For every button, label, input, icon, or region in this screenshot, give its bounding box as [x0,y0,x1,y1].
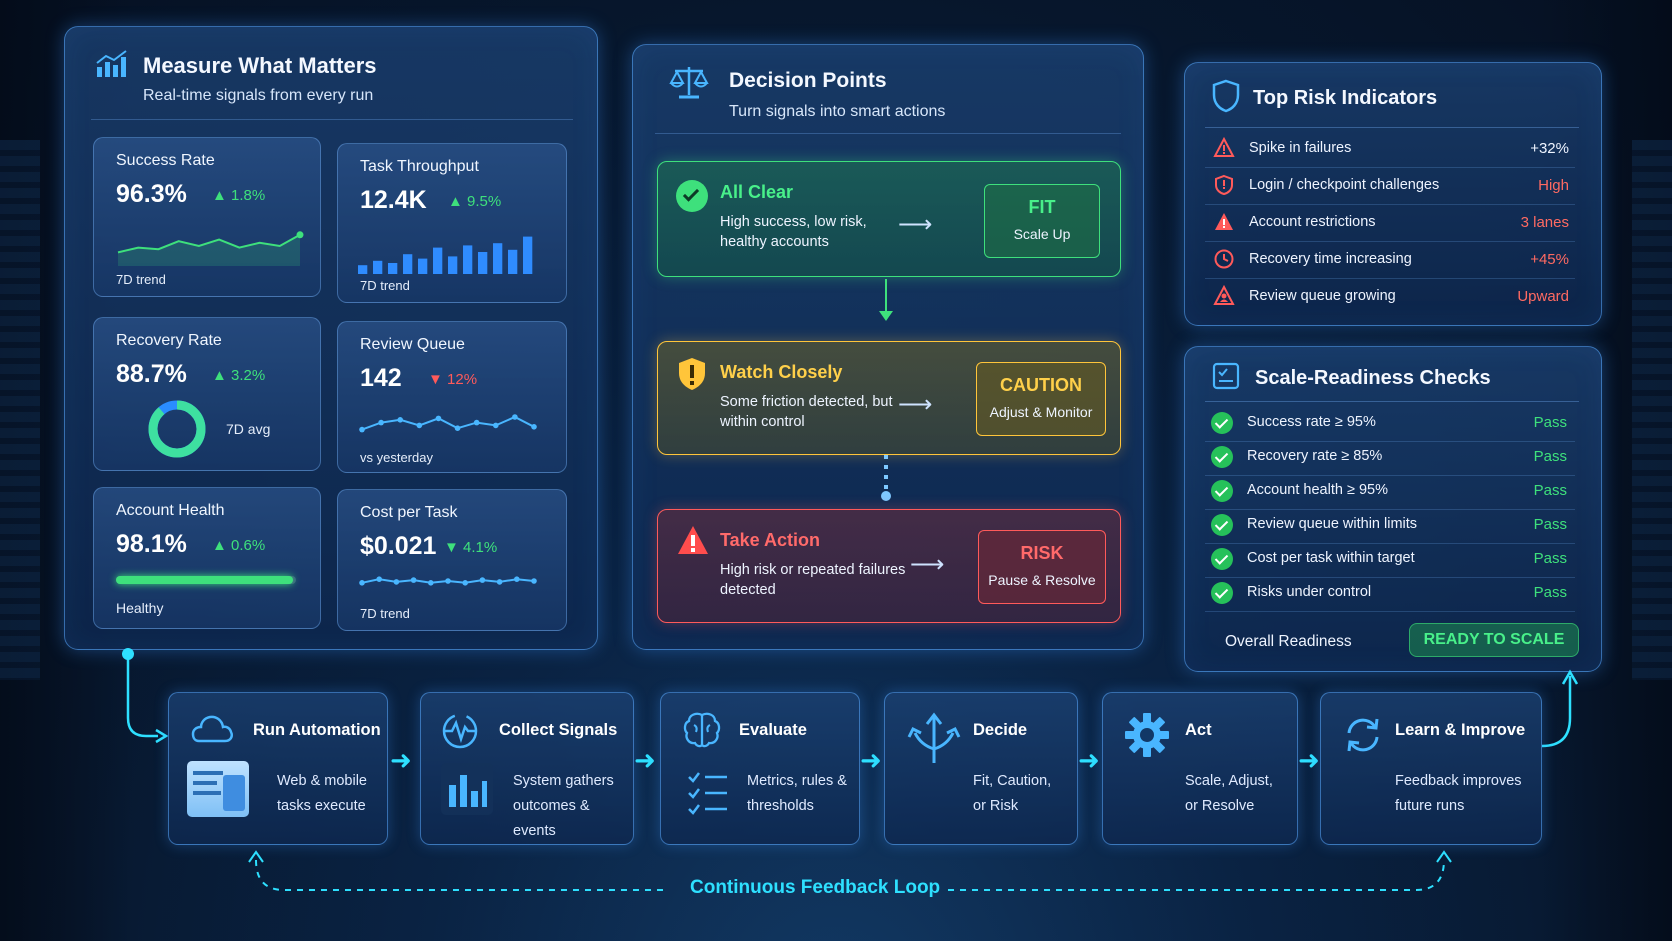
step-desc: Scale, Adjust, or Resolve [1185,773,1273,814]
step-title: Run Automation [253,721,381,739]
refresh-icon [1347,718,1379,752]
step-learn-improve[interactable]: Learn & Improve Feedback improves future… [1320,692,1542,845]
brain-icon [683,712,721,748]
step-desc: System gathers outcomes & events [513,773,614,839]
step-title: Learn & Improve [1395,721,1526,739]
step-desc: Fit, Caution, or Risk [973,773,1052,814]
step-desc: Web & mobile tasks execute [277,773,367,814]
step-act[interactable]: Act Scale, Adjust, or Resolve [1102,692,1298,845]
step-title: Decide [973,721,1028,739]
step-title: Act [1185,721,1212,739]
arrow-right-icon: ➜ [1298,745,1320,775]
step-title: Evaluate [739,721,807,739]
bar-chart-icon [441,763,493,815]
step-decide[interactable]: Decide Fit, Caution, or Risk [884,692,1078,845]
step-run-automation[interactable]: Run Automation Web & mobile tasks execut… [168,692,388,845]
split-arrows-icon [907,712,961,763]
arrow-right-icon: ➜ [390,745,412,775]
checklist-icon [688,772,727,815]
arrow-right-icon: ➜ [860,745,882,775]
arrow-right-icon: ➜ [1078,745,1100,775]
step-desc: Feedback improves future runs [1395,773,1522,814]
step-desc: Metrics, rules & thresholds [747,773,847,814]
feedback-loop-label: Continuous Feedback Loop [690,877,941,898]
gear-icon [1125,713,1169,757]
step-title: Collect Signals [499,721,618,739]
step-evaluate[interactable]: Evaluate Metrics, rules & thresholds [660,692,860,845]
pulse-icon [442,713,478,749]
cloud-icon [191,715,233,743]
step-collect-signals[interactable]: Collect Signals System gathers outcomes … [420,692,634,845]
arrow-right-icon: ➜ [634,745,656,775]
browser-window-icon [187,761,249,817]
